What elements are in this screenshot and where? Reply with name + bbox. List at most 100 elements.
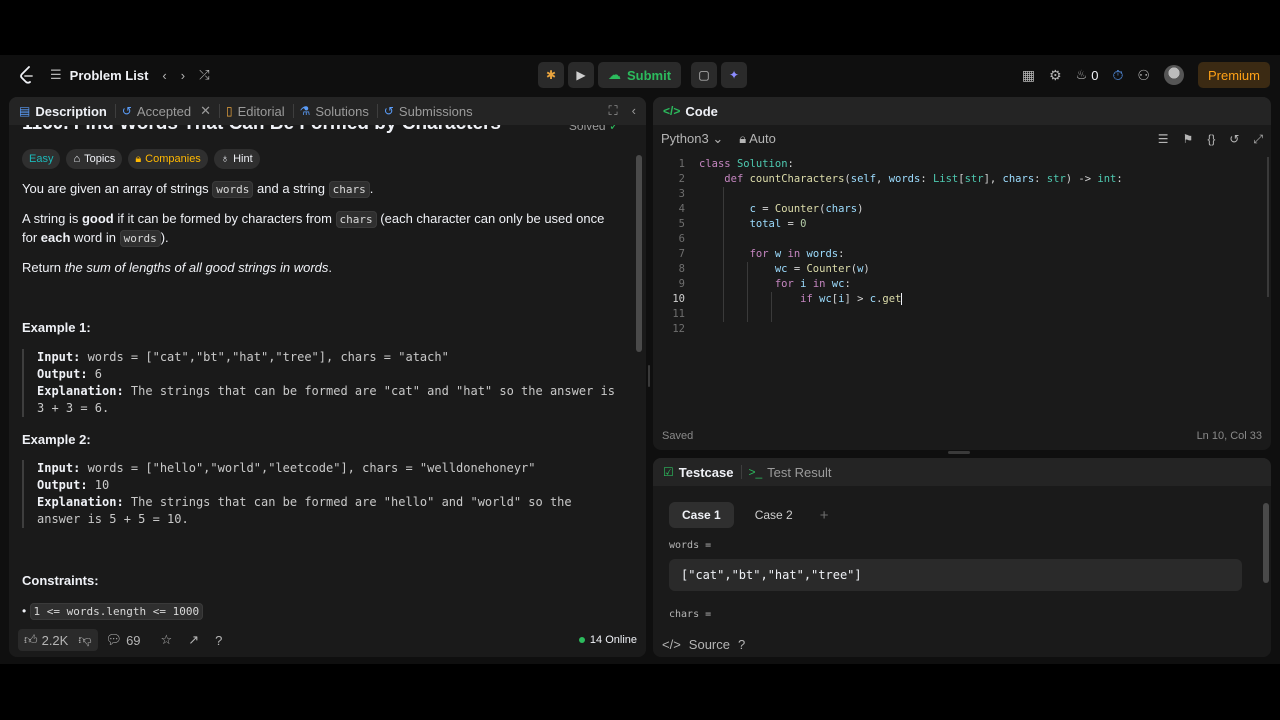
editor-scrollbar[interactable] — [1267, 157, 1269, 297]
testcase-scrollbar[interactable] — [1263, 503, 1269, 583]
tab-submissions[interactable]: ↺ Submissions — [384, 104, 481, 119]
like-button[interactable]: 👍︎ 2.2K 👎︎ — [18, 629, 98, 651]
tab-testcase[interactable]: ☑ Testcase — [663, 465, 741, 480]
code-panel: </> Code Python3 ⌄ 🔒︎ Auto ☰ ⚑ {} ↺ ⤢ 1 cl… — [653, 97, 1271, 450]
add-case-icon[interactable]: + — [814, 507, 835, 524]
comment-icon: 💬︎ — [105, 632, 123, 647]
submit-button[interactable]: ☁ Submit — [598, 62, 682, 88]
problem-list-button[interactable]: ☰ Problem List — [50, 67, 148, 83]
language-select[interactable]: Python3 ⌄ — [661, 131, 723, 147]
tab-editorial[interactable]: ▯ Editorial — [226, 104, 293, 119]
bookmark-icon[interactable]: ⚑ — [1183, 132, 1194, 147]
text: A string is — [22, 211, 82, 226]
debug-button[interactable]: ✱ — [538, 62, 564, 88]
bold-text: each — [40, 230, 71, 245]
add-friend-icon[interactable]: ⚇ — [1137, 67, 1150, 84]
tab-submissions-label: Submissions — [398, 103, 473, 119]
description-footer: 👍︎ 2.2K 👎︎ 💬︎ 69 ☆ ↗ ? 14 Online — [9, 623, 646, 657]
tab-solutions-label: Solutions — [315, 103, 369, 119]
thumbs-up-icon: 👍︎ — [24, 632, 38, 647]
inline-code: words — [119, 230, 161, 247]
constraints-title: Constraints: — [22, 573, 99, 588]
reset-icon[interactable]: ↺ — [1229, 132, 1239, 147]
companies-tag[interactable]: 🔒︎ Companies — [128, 149, 208, 169]
streak-counter[interactable]: ♨ 0 — [1076, 67, 1099, 83]
case-1-tab[interactable]: Case 1 — [669, 502, 734, 528]
code-text: c = Counter(chars) — [749, 203, 864, 215]
share-icon[interactable]: ↗ — [188, 632, 199, 648]
hint-tag[interactable]: ♁ Hint — [213, 149, 260, 169]
inline-code: chars — [335, 211, 377, 228]
value: 6 — [87, 367, 103, 381]
format-icon[interactable]: ☰ — [1158, 132, 1169, 147]
description-content: 1160. Find Words That Can Be Formed by C… — [9, 125, 633, 623]
collapse-icon[interactable]: ‹ — [632, 103, 636, 119]
gear-icon[interactable]: ⚙ — [1049, 67, 1062, 84]
tab-test-result[interactable]: >_ Test Result — [748, 465, 839, 480]
next-problem-icon[interactable]: › — [181, 68, 185, 83]
line-number: 2 — [678, 173, 685, 185]
hint-label: Hint — [233, 153, 253, 165]
code-toolbar: Python3 ⌄ 🔒︎ Auto ☰ ⚑ {} ↺ ⤢ — [653, 125, 1271, 153]
code-text: class Solution: — [699, 158, 794, 170]
topics-tag[interactable]: ⌂ Topics — [66, 149, 123, 169]
cursor-position: Ln 10, Col 33 — [1196, 430, 1262, 442]
code-line: 1 class Solution: — [653, 157, 1253, 172]
help-icon[interactable]: ? — [738, 637, 745, 652]
leetcode-logo-icon[interactable] — [18, 66, 36, 84]
horizontal-splitter[interactable] — [948, 451, 970, 454]
code-editor[interactable]: 1 class Solution: 2 def countCharacters(s… — [653, 157, 1263, 427]
code-line: 6 — [653, 232, 1253, 247]
description-panel: ▤ Description ↺ Accepted ✕ ▯ Editorial ⚗ Solu… — [9, 97, 646, 657]
layout-icon[interactable]: ▦ — [1022, 67, 1035, 84]
comments-button[interactable]: 💬︎ 69 — [106, 632, 141, 648]
braces-icon[interactable]: {} — [1207, 132, 1215, 147]
ai-button[interactable]: ✦ — [721, 62, 748, 88]
star-icon[interactable]: ☆ — [161, 632, 173, 648]
line-number: 5 — [678, 218, 685, 230]
run-button[interactable]: ▶ — [568, 62, 594, 88]
problem-title: 1160. Find Words That Can Be Formed by C… — [22, 125, 501, 135]
timer-icon[interactable]: ⏱ — [1113, 67, 1124, 84]
value: The strings that can be formed are "cat"… — [37, 384, 623, 415]
nav-left: ☰ Problem List ‹ › ⤮ — [18, 55, 210, 95]
nav-right: ▦ ⚙ ♨ 0 ⏱ ⚇ Premium — [1022, 55, 1270, 95]
source-link[interactable]: Source — [689, 637, 730, 652]
tab-accepted[interactable]: ↺ Accepted ✕ — [122, 103, 219, 119]
problem-tags: Easy ⌂ Topics 🔒︎ Companies ♁ Hint — [22, 149, 260, 169]
list-icon: ☰ — [50, 67, 62, 82]
label: Input: — [37, 350, 81, 364]
case-tabs: Case 1 Case 2 + — [669, 502, 835, 528]
code-line: 11 — [653, 307, 1253, 322]
lightbulb-icon: ♁ — [220, 153, 230, 165]
sparkle-icon: ✦ — [729, 68, 740, 82]
tab-description[interactable]: ▤ Description — [19, 104, 115, 119]
close-icon[interactable]: ✕ — [200, 103, 211, 119]
thumbs-down-icon[interactable]: 👎︎ — [78, 632, 91, 648]
history-icon: ↺ — [121, 104, 132, 118]
prev-problem-icon[interactable]: ‹ — [162, 68, 166, 83]
tab-code[interactable]: </> Code — [663, 104, 726, 119]
problem-list-label: Problem List — [69, 67, 149, 83]
mode-toggle[interactable]: 🔒︎ Auto — [739, 131, 776, 147]
avatar[interactable] — [1163, 65, 1184, 85]
vertical-splitter[interactable] — [648, 365, 650, 387]
fullscreen-icon[interactable]: ⤢ — [1253, 132, 1263, 147]
testcase-footer: </> Source ? — [653, 631, 1271, 657]
label: Explanation: — [37, 495, 124, 509]
notes-button[interactable]: ▢ — [691, 62, 718, 88]
paragraph-3: Return the sum of lengths of all good st… — [22, 259, 622, 277]
case-2-tab[interactable]: Case 2 — [742, 502, 806, 528]
description-scrollbar[interactable] — [636, 155, 642, 352]
help-icon[interactable]: ? — [215, 633, 222, 648]
code-line: 2 def countCharacters(self, words: List[… — [653, 172, 1253, 187]
premium-button[interactable]: Premium — [1197, 62, 1270, 88]
lock-icon: 🔒︎ — [135, 152, 142, 165]
maximize-icon[interactable]: ⛶ — [609, 103, 618, 119]
shuffle-icon[interactable]: ⤮ — [199, 67, 209, 83]
save-status: Saved — [662, 430, 694, 442]
solved-badge: Solved ✓ — [569, 125, 619, 133]
document-icon: ▤ — [19, 104, 31, 118]
words-input[interactable]: ["cat","bt","hat","tree"] — [669, 559, 1242, 591]
tab-solutions[interactable]: ⚗ Solutions — [300, 104, 377, 119]
